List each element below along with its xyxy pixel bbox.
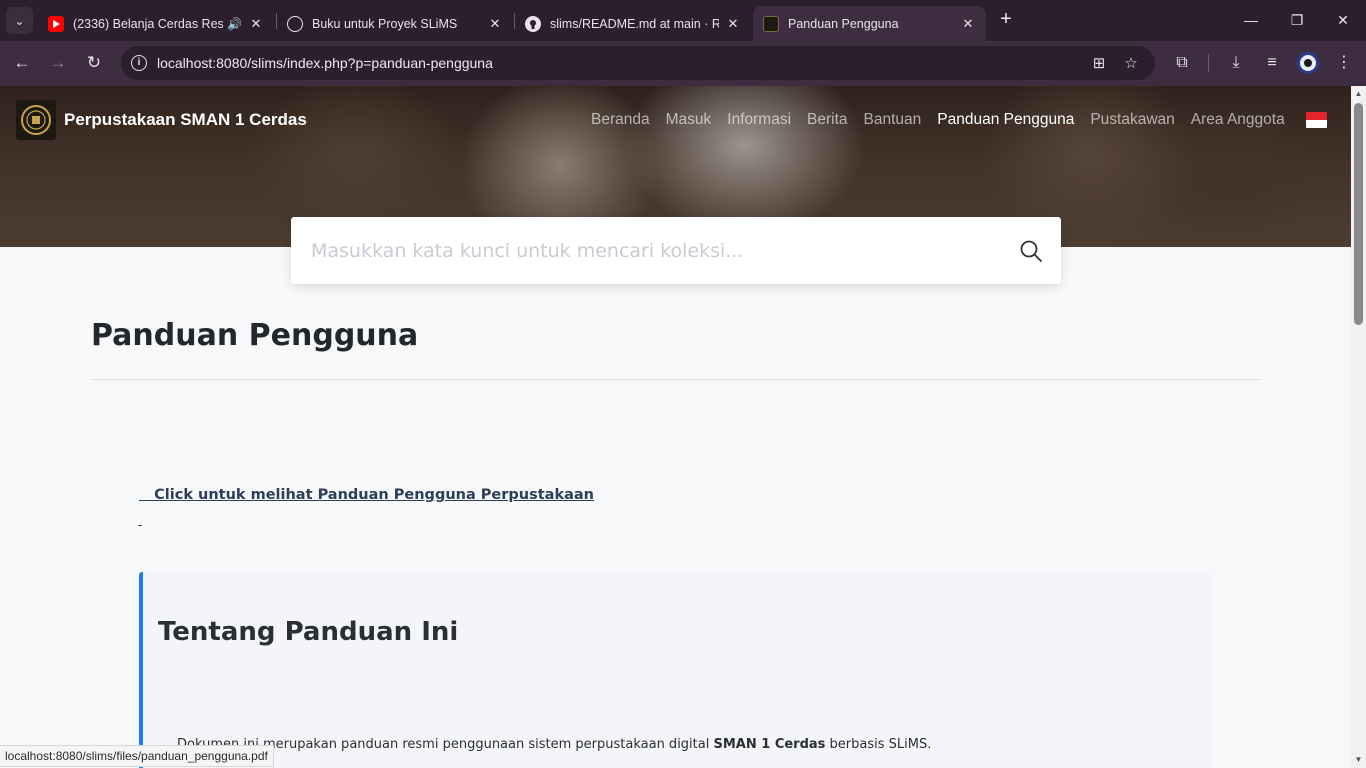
main-menu: Beranda Masuk Informasi Berita Bantuan P… [591,111,1301,129]
nav-berita[interactable]: Berita [807,111,848,129]
media-control-icon[interactable]: ≡ [1260,51,1284,75]
site-info-icon[interactable]: i [131,55,147,71]
browser-tabstrip: ⌄ (2336) Belanja Cerdas Resmi 🔊 ✕ Buku u… [0,0,1366,41]
forward-arrow-icon[interactable]: → [46,51,70,75]
browser-tab-chatgpt[interactable]: Buku untuk Proyek SLiMS ✕ [277,6,513,41]
restore-icon[interactable]: ❐ [1285,8,1309,32]
scrollbar-thumb[interactable] [1354,103,1363,325]
nav-masuk[interactable]: Masuk [666,111,712,129]
title-divider [91,379,1261,380]
user-guide-pdf-link[interactable]: Click untuk melihat Panduan Pengguna Per… [139,487,594,503]
toolbar-divider [1208,54,1209,72]
school-logo [16,100,56,140]
tab-title: slims/README.md at main · Rid [550,16,719,31]
nav-area-anggota[interactable]: Area Anggota [1191,111,1285,129]
extensions-icon[interactable]: ⧉ [1170,51,1194,75]
translate-icon[interactable]: ⊞ [1089,54,1109,74]
reload-icon[interactable]: ↻ [82,51,106,75]
scroll-up-icon[interactable]: ▲ [1354,89,1363,98]
search-box [291,217,1061,284]
back-arrow-icon[interactable]: ← [10,51,34,75]
page-title: Panduan Pengguna [91,318,419,353]
close-icon[interactable]: ✕ [725,16,741,32]
browser-tab-youtube[interactable]: (2336) Belanja Cerdas Resmi 🔊 ✕ [38,6,274,41]
tab-title: Buku untuk Proyek SLiMS [312,16,458,31]
close-icon[interactable]: ✕ [248,16,264,32]
nav-pustakawan[interactable]: Pustakawan [1090,111,1174,129]
school-name-bold: SMAN 1 Cerdas [713,737,826,752]
separator-text: - [138,517,143,532]
address-bar[interactable]: i localhost:8080/slims/index.php?p=pandu… [121,46,1155,80]
minimize-icon[interactable]: — [1239,8,1263,32]
browser-tab-github[interactable]: slims/README.md at main · Rid ✕ [515,6,751,41]
tab-search-button[interactable]: ⌄ [6,7,33,34]
scroll-down-icon[interactable]: ▼ [1354,755,1363,764]
indonesia-flag-icon[interactable] [1306,112,1327,128]
close-icon[interactable]: ✕ [487,16,503,32]
profile-avatar[interactable] [1297,52,1319,74]
about-heading: Tentang Panduan Ini [158,617,459,647]
tab-title: Panduan Pengguna [788,16,899,31]
speaker-icon: 🔊 [227,16,242,31]
tab-title: (2336) Belanja Cerdas Resmi [73,16,224,31]
nav-panduan-pengguna[interactable]: Panduan Pengguna [937,111,1074,129]
page-scrollbar[interactable]: ▲ ▼ [1351,86,1366,768]
close-window-icon[interactable]: ✕ [1331,8,1355,32]
about-guide-callout: Tentang Panduan Ini Dokumen ini merupaka… [139,572,1211,768]
site-logo-icon [763,15,779,32]
github-icon [525,15,541,32]
page-viewport: Perpustakaan SMAN 1 Cerdas Beranda Masuk… [0,86,1351,768]
nav-informasi[interactable]: Informasi [727,111,791,129]
site-name: Perpustakaan SMAN 1 Cerdas [64,110,307,129]
youtube-icon [48,15,64,32]
search-icon[interactable] [1019,239,1043,263]
new-tab-button[interactable]: + [995,9,1017,31]
download-icon[interactable]: ⤓ [1224,51,1248,75]
openai-icon [287,15,303,32]
about-description: Dokumen ini merupakan panduan resmi peng… [177,737,931,752]
chevron-down-icon: ⌄ [14,13,25,28]
url-text[interactable]: localhost:8080/slims/index.php?p=panduan… [157,55,493,71]
about-text-end: berbasis SLiMS. [825,737,932,752]
link-status-bar: localhost:8080/slims/files/panduan_pengg… [0,745,274,767]
close-icon[interactable]: ✕ [960,16,976,32]
bookmark-star-icon[interactable]: ☆ [1121,54,1141,74]
site-brand[interactable]: Perpustakaan SMAN 1 Cerdas [16,100,307,140]
nav-beranda[interactable]: Beranda [591,111,650,129]
browser-toolbar: ← → ↻ i localhost:8080/slims/index.php?p… [0,41,1366,86]
search-input[interactable] [311,235,991,267]
browser-tab-panduan[interactable]: Panduan Pengguna ✕ [753,6,986,41]
nav-bantuan[interactable]: Bantuan [864,111,922,129]
kebab-menu-icon[interactable]: ⋮ [1332,51,1356,75]
